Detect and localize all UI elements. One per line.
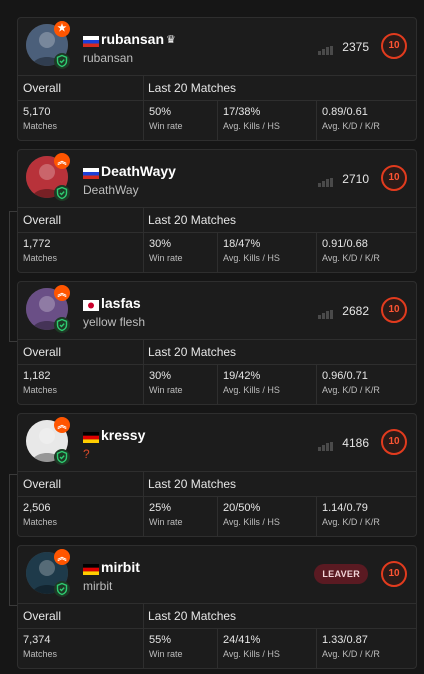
win-rate-stat: 50% Win rate <box>143 100 217 140</box>
last20-label: Last 20 Matches <box>148 213 237 227</box>
shield-check-icon <box>54 185 70 201</box>
stats-header: Overall Last 20 Matches <box>18 603 416 629</box>
kills-hs-stat: 24/41% Avg. Kills / HS <box>217 628 316 668</box>
ru-flag-icon <box>83 34 99 47</box>
matches-stat: 2,506 Matches <box>23 502 58 527</box>
stats-row: 2,506 Matches 25% Win rate 20/50% Avg. Kills … <box>18 496 416 536</box>
last20-label: Last 20 Matches <box>148 81 237 95</box>
kills-hs-stat: 19/42% Avg. Kills / HS <box>217 364 316 404</box>
player-card[interactable]: ︽ kressy? 4186 10 Overall Last 20 Matches 2,50… <box>17 413 417 537</box>
chevrons-badge-icon: ︽ <box>54 153 70 169</box>
matches-stat: 5,170 Matches <box>23 106 58 131</box>
leaver-badge: LEAVER <box>314 564 368 584</box>
overall-label: Overall <box>23 477 62 491</box>
shield-check-icon <box>54 581 70 597</box>
stats-row: 7,374 Matches 55% Win rate 24/41% Avg. Kills … <box>18 628 416 668</box>
overall-label: Overall <box>23 213 62 227</box>
win-rate-stat: 30% Win rate <box>143 232 217 272</box>
stats-header: Overall Last 20 Matches <box>18 471 416 497</box>
kills-hs-stat: 18/47% Avg. Kills / HS <box>217 232 316 272</box>
elo-icon <box>318 438 334 451</box>
kills-hs-stat: 20/50% Avg. Kills / HS <box>217 496 316 536</box>
skill-level-badge: 10 <box>381 297 407 323</box>
win-rate-stat: 30% Win rate <box>143 364 217 404</box>
chevrons-badge-icon: ︽ <box>54 417 70 433</box>
player-card[interactable]: ︽ DeathWayy DeathWay 2710 10 Overall Last 20 M… <box>17 149 417 273</box>
elo-value: 4186 <box>342 436 369 450</box>
elo-value: 2375 <box>342 40 369 54</box>
chevrons-badge-icon: ︽ <box>54 549 70 565</box>
de-flag-icon <box>83 430 99 443</box>
player-name[interactable]: lasfas <box>101 295 141 311</box>
elo-icon <box>318 42 334 55</box>
elo-value: 2682 <box>342 304 369 318</box>
overall-label: Overall <box>23 609 62 623</box>
kills-hs-stat: 17/38% Avg. Kills / HS <box>217 100 316 140</box>
matches-stat: 1,182 Matches <box>23 370 58 395</box>
matches-stat: 7,374 Matches <box>23 634 58 659</box>
de-flag-icon <box>83 562 99 575</box>
elo-icon <box>318 306 334 319</box>
skill-level-badge: 10 <box>381 561 407 587</box>
last20-label: Last 20 Matches <box>148 477 237 491</box>
chevrons-badge-icon: ︽ <box>54 285 70 301</box>
jp-flag-icon <box>83 298 99 311</box>
player-subname: DeathWay <box>83 183 139 197</box>
matches-stat: 1,772 Matches <box>23 238 58 263</box>
stats-header: Overall Last 20 Matches <box>18 75 416 101</box>
shield-check-icon <box>54 53 70 69</box>
kd-kr-stat: 1.14/0.79 Avg. K/D / K/R <box>316 496 416 536</box>
overall-label: Overall <box>23 81 62 95</box>
stats-row: 1,772 Matches 30% Win rate 18/47% Avg. Kills … <box>18 232 416 272</box>
player-name[interactable]: rubansan <box>101 31 164 47</box>
stats-header: Overall Last 20 Matches <box>18 339 416 365</box>
kd-kr-stat: 0.91/0.68 Avg. K/D / K/R <box>316 232 416 272</box>
kd-kr-stat: 1.33/0.87 Avg. K/D / K/R <box>316 628 416 668</box>
stats-header: Overall Last 20 Matches <box>18 207 416 233</box>
skill-level-badge: 10 <box>381 33 407 59</box>
shield-check-icon <box>54 317 70 333</box>
player-subname: ? <box>83 447 90 461</box>
last20-label: Last 20 Matches <box>148 345 237 359</box>
ru-flag-icon <box>83 166 99 179</box>
skill-level-badge: 10 <box>381 165 407 191</box>
win-rate-stat: 55% Win rate <box>143 628 217 668</box>
overall-label: Overall <box>23 345 62 359</box>
player-subname: yellow flesh <box>83 315 146 329</box>
player-subname: mirbit <box>83 579 113 593</box>
star-badge-icon: ★ <box>54 21 70 37</box>
player-subname: rubansan <box>83 51 134 65</box>
player-name[interactable]: mirbit <box>101 559 140 575</box>
player-name[interactable]: DeathWayy <box>101 163 176 179</box>
stats-row: 5,170 Matches 50% Win rate 17/38% Avg. Kills … <box>18 100 416 140</box>
skill-level-badge: 10 <box>381 429 407 455</box>
player-name[interactable]: kressy <box>101 427 145 443</box>
player-card[interactable]: ︽ mirbit mirbit LEAVER 10 Overall Last 20 Matc… <box>17 545 417 669</box>
player-card[interactable]: ︽ lasfas yellow flesh 2682 10 Overall Last 20 … <box>17 281 417 405</box>
stats-row: 1,182 Matches 30% Win rate 19/42% Avg. Kills … <box>18 364 416 404</box>
win-rate-stat: 25% Win rate <box>143 496 217 536</box>
kd-kr-stat: 0.89/0.61 Avg. K/D / K/R <box>316 100 416 140</box>
elo-value: 2710 <box>342 172 369 186</box>
shield-check-icon <box>54 449 70 465</box>
last20-label: Last 20 Matches <box>148 609 237 623</box>
elo-icon <box>318 174 334 187</box>
kd-kr-stat: 0.96/0.71 Avg. K/D / K/R <box>316 364 416 404</box>
player-card[interactable]: ★ rubansan ♛ rubansan 2375 10 Overall Last 20 M… <box>17 17 417 141</box>
crown-icon: ♛ <box>166 33 176 46</box>
